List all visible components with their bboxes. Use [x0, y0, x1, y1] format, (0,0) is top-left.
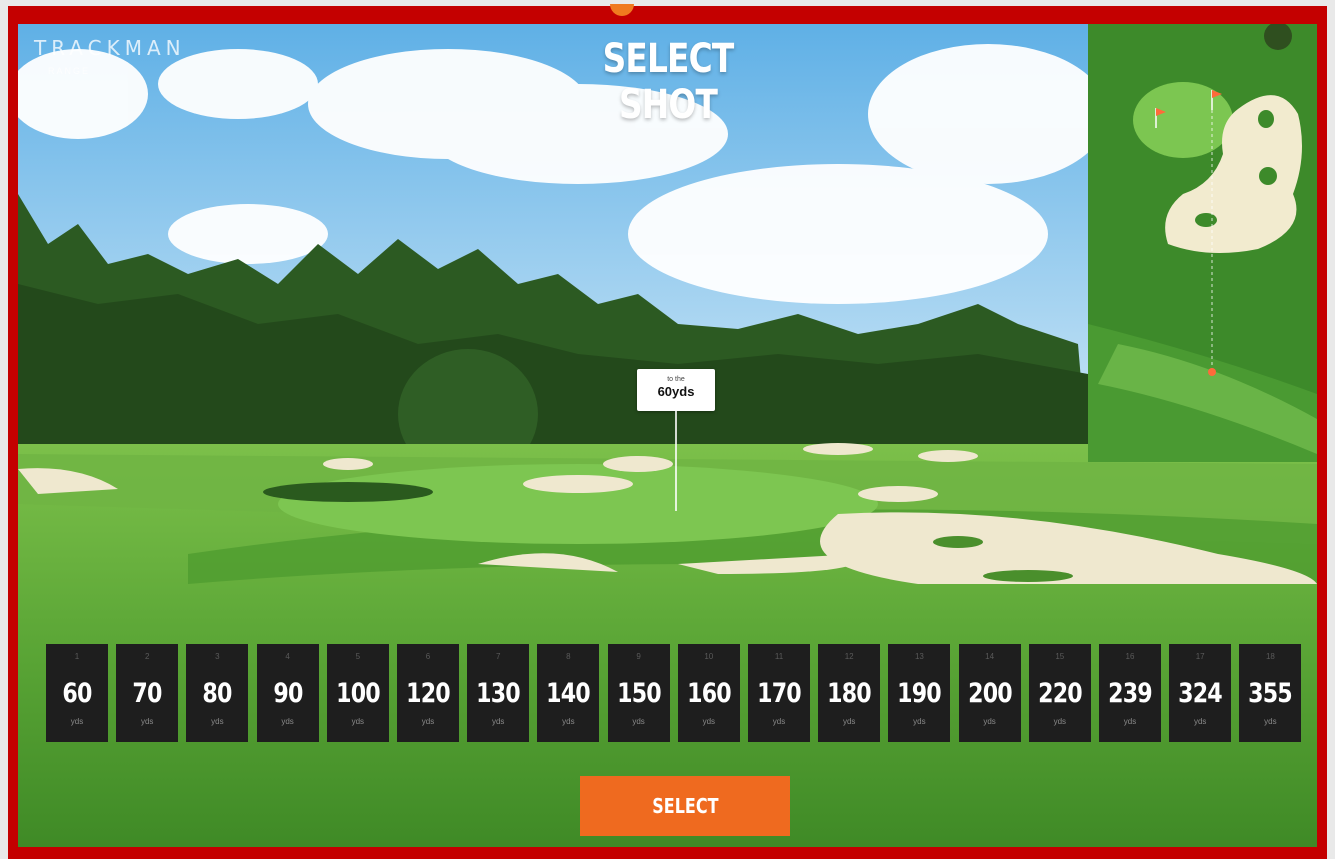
shot-unit: yds	[1264, 717, 1277, 726]
shot-unit: yds	[983, 717, 996, 726]
shot-unit: yds	[1193, 717, 1207, 726]
shot-distance: 170	[757, 678, 802, 709]
shot-distance: 160	[686, 678, 732, 709]
trackman-logo-subtitle: RANGE	[48, 66, 91, 76]
shot-index: 12	[844, 652, 854, 661]
shot-index: 11	[774, 652, 784, 661]
shot-tile[interactable]: 2 70 yds	[116, 644, 179, 742]
shot-index: 3	[215, 652, 220, 661]
shot-index: 16	[1125, 652, 1135, 661]
shot-distance: 220	[1037, 678, 1083, 709]
top-notch-indicator	[610, 4, 634, 16]
shot-distance: 324	[1178, 678, 1223, 709]
target-distance-sign: to the 60yds	[637, 369, 715, 411]
shot-unit: yds	[562, 717, 575, 726]
shot-distance: 120	[406, 678, 451, 709]
shot-unit: yds	[140, 717, 154, 726]
shot-tile[interactable]: 15 220 yds	[1028, 644, 1091, 742]
shot-index: 9	[636, 652, 641, 661]
shot-index: 8	[566, 652, 571, 661]
shot-unit: yds	[913, 717, 926, 726]
shot-tile[interactable]: 10 160 yds	[677, 644, 740, 742]
shot-index: 13	[914, 652, 924, 661]
trackman-logo: TRACKMAN	[34, 36, 186, 60]
shot-tile[interactable]: 8 140 yds	[537, 644, 600, 742]
shot-tile[interactable]: 7 130 yds	[467, 644, 530, 742]
shot-unit: yds	[421, 717, 435, 726]
shot-selector: 1 60 yds 2 70 yds 3 80 yds 4 90 yds 5 100 yds 6 120 yds 7 1…	[46, 644, 1308, 744]
shot-index: 2	[144, 652, 150, 661]
shot-distance: 80	[202, 678, 233, 709]
shot-index: 4	[285, 652, 290, 661]
shot-unit: yds	[281, 717, 294, 726]
shot-unit: yds	[70, 717, 84, 726]
shot-distance: 70	[132, 678, 163, 709]
shot-tile[interactable]: 12 180 yds	[818, 644, 881, 742]
shot-tile[interactable]: 4 90 yds	[256, 644, 319, 742]
shot-unit: yds	[1053, 717, 1067, 726]
app-frame: TRACKMAN RANGE SELECT SHOT to the 60yds …	[8, 4, 1327, 859]
target-flag-pole	[675, 411, 677, 511]
shot-distance: 239	[1108, 678, 1153, 709]
shot-index: 15	[1055, 652, 1065, 661]
shot-index: 5	[355, 652, 361, 661]
shot-index: 18	[1265, 652, 1275, 661]
course-view: TRACKMAN RANGE SELECT SHOT to the 60yds …	[18, 24, 1317, 847]
shot-unit: yds	[211, 717, 224, 726]
hole-minimap[interactable]	[1088, 24, 1317, 462]
shot-tile[interactable]: 14 200 yds	[958, 644, 1021, 742]
shot-distance: 355	[1248, 678, 1294, 709]
shot-distance: 150	[616, 678, 662, 709]
shot-tile[interactable]: 13 190 yds	[888, 644, 951, 742]
select-button[interactable]: SELECT	[580, 776, 790, 836]
shot-tile[interactable]: 17 324 yds	[1169, 644, 1232, 742]
select-button-label: SELECT	[651, 794, 719, 818]
shot-unit: yds	[772, 717, 786, 726]
shot-unit: yds	[1123, 717, 1137, 726]
shot-tile[interactable]: 9 150 yds	[607, 644, 670, 742]
shot-distance: 180	[827, 678, 872, 709]
shot-index: 7	[495, 652, 501, 661]
shot-unit: yds	[491, 717, 505, 726]
shot-unit: yds	[351, 717, 365, 726]
shot-tile[interactable]: 11 170 yds	[748, 644, 810, 742]
shot-index: 14	[985, 652, 995, 661]
shot-distance: 200	[967, 678, 1013, 709]
shot-index: 17	[1195, 652, 1205, 661]
shot-distance: 60	[62, 678, 92, 709]
shot-unit: yds	[632, 717, 645, 726]
shot-index: 1	[74, 652, 80, 661]
shot-tile[interactable]: 1 60 yds	[46, 644, 108, 742]
shot-tile[interactable]: 3 80 yds	[186, 644, 249, 742]
shot-unit: yds	[842, 717, 856, 726]
target-distance-value: 60yds	[657, 384, 695, 399]
page-title: SELECT SHOT	[602, 36, 735, 128]
shot-tile[interactable]: 16 239 yds	[1099, 644, 1161, 742]
shot-tile[interactable]: 18 355 yds	[1239, 644, 1302, 742]
shot-distance: 90	[273, 678, 303, 709]
shot-distance: 100	[335, 678, 381, 709]
shot-distance: 140	[546, 678, 592, 709]
target-distance-caption: to the	[667, 376, 685, 383]
shot-unit: yds	[702, 717, 716, 726]
shot-index: 10	[704, 652, 714, 661]
shot-tile[interactable]: 5 100 yds	[326, 644, 389, 742]
shot-distance: 190	[897, 678, 943, 709]
shot-index: 6	[425, 652, 431, 661]
shot-tile[interactable]: 6 120 yds	[397, 644, 459, 742]
shot-distance: 130	[476, 678, 521, 709]
